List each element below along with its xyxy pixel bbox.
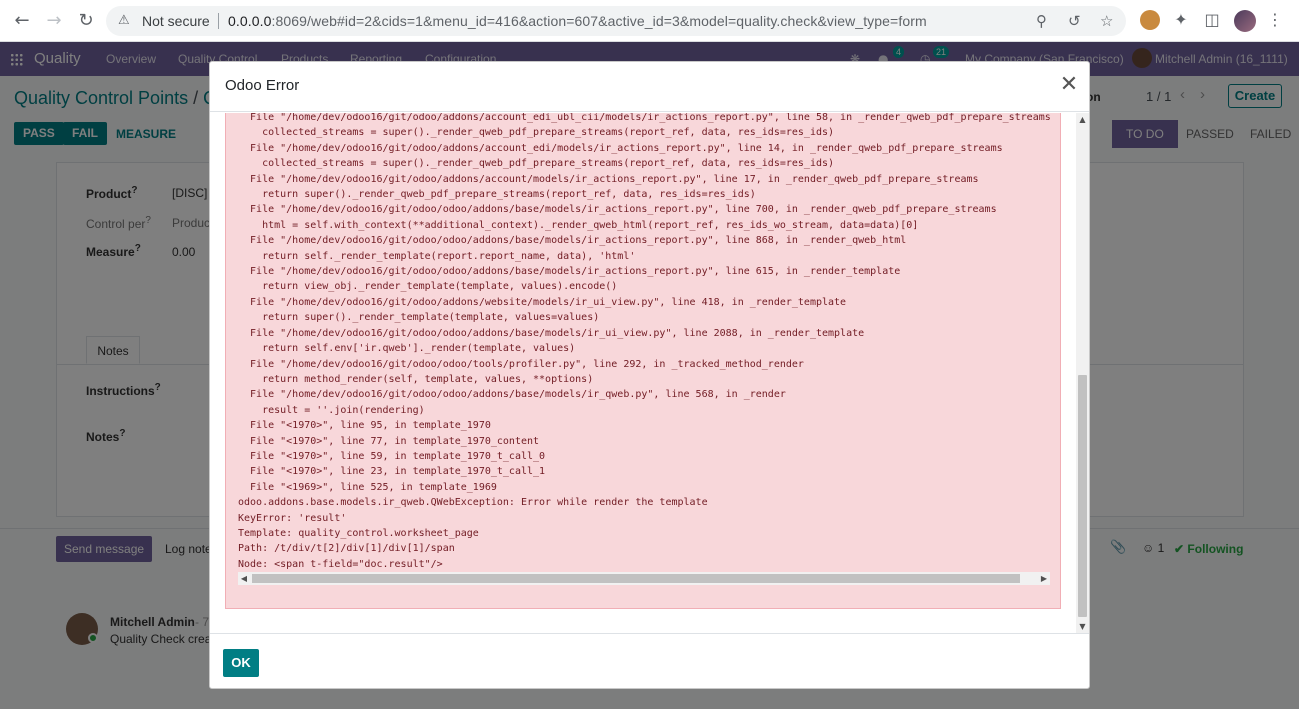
forward-arrow-icon[interactable]: →: [42, 9, 66, 33]
traceback-line: File "/home/dev/odoo16/git/odoo/odoo/add…: [238, 235, 907, 247]
traceback-line: File "/home/dev/odoo16/git/odoo/addons/w…: [238, 296, 847, 308]
browser-toolbar: ← → ↻ ⚠ Not secure 0.0.0.0:8069/web#id=2…: [0, 0, 1299, 42]
traceback-line: File "/home/dev/odoo16/git/odoo/odoo/add…: [238, 389, 786, 401]
dialog-body[interactable]: File "/home/dev/odoo16/git/odoo/addons/a…: [210, 113, 1089, 633]
traceback-line: File "/home/dev/odoo16/git/odoo/addons/a…: [238, 113, 1050, 123]
traceback-line: File "/home/dev/odoo16/git/odoo/odoo/too…: [238, 358, 804, 370]
side-panel-icon[interactable]: ◫: [1201, 9, 1223, 31]
vertical-scroll-thumb[interactable]: [1078, 375, 1087, 617]
traceback-line: Path: /t/div/t[2]/div[1]/div[1]/span: [238, 543, 455, 555]
share-icon[interactable]: ↺: [1068, 12, 1081, 30]
scroll-left-icon[interactable]: ◀: [238, 572, 250, 585]
reload-icon[interactable]: ↻: [74, 9, 98, 33]
traceback-line: odoo.addons.base.models.ir_qweb.QWebExce…: [238, 497, 708, 509]
scroll-up-icon[interactable]: ▲: [1076, 113, 1089, 126]
traceback-line: return super()._render_qweb_pdf_prepare_…: [238, 189, 756, 201]
traceback-line: Node: <span t-field="doc.result"/>: [238, 558, 443, 570]
traceback-text[interactable]: File "/home/dev/odoo16/git/odoo/addons/a…: [238, 113, 1050, 572]
error-traceback-box: File "/home/dev/odoo16/git/odoo/addons/a…: [225, 113, 1061, 609]
horizontal-scroll-thumb[interactable]: [252, 574, 1020, 583]
traceback-line: return self._render_template(report.repo…: [238, 250, 636, 262]
error-dialog: Odoo Error ✕ File "/home/dev/odoo16/git/…: [209, 61, 1090, 689]
traceback-line: return method_render(self, template, val…: [238, 373, 594, 385]
url-host: 0.0.0.0: [228, 13, 272, 29]
url-text[interactable]: 0.0.0.0:8069/web#id=2&cids=1&menu_id=416…: [228, 13, 927, 29]
ok-button[interactable]: OK: [223, 649, 259, 677]
horizontal-scrollbar[interactable]: ◀ ▶: [238, 572, 1050, 585]
traceback-line: html = self.with_context(**additional_co…: [238, 219, 919, 231]
traceback-line: File "/home/dev/odoo16/git/odoo/odoo/add…: [238, 266, 901, 278]
traceback-line: File "<1970>", line 59, in template_1970…: [238, 450, 546, 462]
traceback-line: File "<1970>", line 95, in template_1970: [238, 420, 491, 432]
url-path: :8069/web#id=2&cids=1&menu_id=416&action…: [271, 13, 927, 29]
puzzle-extensions-icon[interactable]: ✦: [1170, 9, 1192, 31]
traceback-line: File "/home/dev/odoo16/git/odoo/addons/a…: [238, 173, 979, 185]
security-label: Not secure: [142, 13, 210, 29]
traceback-line: return view_obj._render_template(templat…: [238, 281, 618, 293]
traceback-line: File "<1969>", line 525, in template_196…: [238, 481, 497, 493]
zoom-icon[interactable]: ⚲: [1036, 12, 1047, 30]
traceback-line: KeyError: 'result': [238, 512, 347, 524]
traceback-line: File "/home/dev/odoo16/git/odoo/odoo/add…: [238, 204, 997, 216]
dialog-header: Odoo Error ✕: [210, 62, 1089, 112]
warning-icon: ⚠: [118, 13, 130, 28]
kebab-menu-icon[interactable]: ⋮: [1264, 9, 1286, 31]
traceback-line: File "<1970>", line 77, in template_1970…: [238, 435, 540, 447]
profile-avatar[interactable]: [1234, 10, 1256, 32]
dialog-footer: OK: [210, 633, 1089, 688]
traceback-line: collected_streams = super()._render_qweb…: [238, 127, 835, 139]
tampermonkey-extension-icon[interactable]: [1140, 10, 1160, 30]
scroll-right-icon[interactable]: ▶: [1038, 572, 1050, 585]
traceback-line: File "/home/dev/odoo16/git/odoo/odoo/add…: [238, 327, 865, 339]
traceback-line: return super()._render_template(template…: [238, 312, 600, 324]
dialog-title: Odoo Error: [225, 77, 300, 94]
traceback-line: Template: quality_control.worksheet_page: [238, 527, 479, 539]
close-icon[interactable]: ✕: [1056, 72, 1082, 98]
vertical-scrollbar[interactable]: ▲ ▼: [1076, 113, 1089, 633]
traceback-line: result = ''.join(rendering): [238, 404, 425, 416]
traceback-line: collected_streams = super()._render_qweb…: [238, 158, 835, 170]
url-divider: [218, 13, 219, 29]
traceback-line: File "<1970>", line 23, in template_1970…: [238, 466, 546, 478]
traceback-line: return self.env['ir.qweb']._render(templ…: [238, 343, 576, 355]
traceback-line: File "/home/dev/odoo16/git/odoo/addons/a…: [238, 142, 1003, 154]
address-bar[interactable]: ⚠ Not secure 0.0.0.0:8069/web#id=2&cids=…: [106, 6, 1126, 36]
scroll-down-icon[interactable]: ▼: [1076, 620, 1089, 633]
back-arrow-icon[interactable]: ←: [10, 9, 34, 33]
bookmark-star-icon[interactable]: ☆: [1100, 12, 1113, 30]
